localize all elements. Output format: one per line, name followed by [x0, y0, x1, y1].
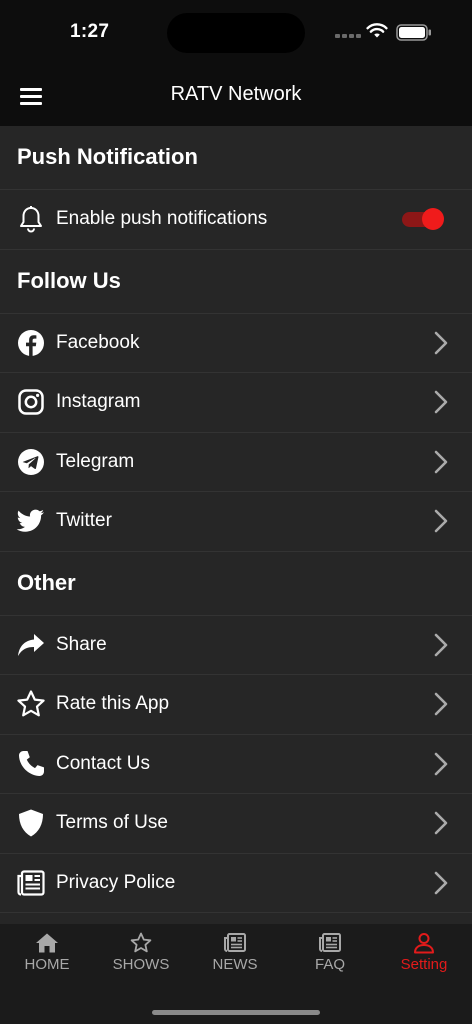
chevron-right-icon — [434, 390, 448, 414]
push-notification-row[interactable]: Enable push notifications — [0, 190, 472, 250]
tab-label: SHOWS — [112, 956, 170, 973]
newspaper-icon — [16, 868, 46, 898]
settings-list: Push Notification Enable push notificati… — [0, 126, 472, 913]
chevron-right-icon — [434, 692, 448, 716]
home-indicator — [152, 1010, 320, 1015]
person-icon — [414, 933, 434, 954]
push-notification-label: Enable push notifications — [56, 208, 268, 230]
follow-item-label: Facebook — [56, 331, 140, 353]
newspaper-icon — [319, 933, 341, 952]
newspaper-icon — [224, 933, 246, 952]
tab-label: NEWS — [212, 956, 258, 973]
follow-item-instagram[interactable]: Instagram — [0, 373, 472, 433]
tab-label: FAQ — [314, 956, 345, 973]
other-item-label: Share — [56, 633, 107, 655]
follow-item-facebook[interactable]: Facebook — [0, 314, 472, 373]
status-time: 1:27 — [70, 21, 110, 42]
cellular-signal-icon — [335, 34, 361, 38]
share-icon — [16, 630, 46, 660]
other-item-label: Rate this App — [56, 693, 170, 715]
section-title-follow: Follow Us — [0, 250, 472, 314]
chevron-right-icon — [434, 509, 448, 533]
chevron-right-icon — [434, 633, 448, 657]
tab-shows[interactable]: SHOWS — [94, 924, 188, 984]
push-notification-toggle[interactable] — [402, 208, 444, 231]
star-icon — [130, 932, 152, 953]
twitter-icon — [16, 506, 46, 536]
telegram-icon — [16, 447, 46, 477]
follow-item-twitter[interactable]: Twitter — [0, 492, 472, 552]
battery-icon — [396, 24, 431, 41]
chevron-right-icon — [434, 752, 448, 776]
other-item-rate[interactable]: Rate this App — [0, 675, 472, 735]
dynamic-island — [167, 13, 305, 53]
chevron-right-icon — [434, 871, 448, 895]
wifi-icon — [366, 23, 388, 38]
tab-setting[interactable]: Setting — [377, 924, 471, 984]
tab-label: HOME — [24, 956, 70, 973]
tab-news[interactable]: NEWS — [188, 924, 282, 984]
top-bar: 1:27 RATV Network — [0, 0, 472, 126]
phone-icon — [16, 749, 46, 779]
tab-label: Setting — [400, 956, 448, 973]
chevron-right-icon — [434, 331, 448, 355]
other-item-contact[interactable]: Contact Us — [0, 735, 472, 794]
other-item-terms[interactable]: Terms of Use — [0, 794, 472, 854]
follow-item-label: Instagram — [56, 391, 141, 413]
other-item-share[interactable]: Share — [0, 616, 472, 675]
tab-faq[interactable]: FAQ — [283, 924, 377, 984]
follow-item-telegram[interactable]: Telegram — [0, 433, 472, 492]
shield-icon — [16, 808, 46, 838]
other-item-label: Privacy Police — [56, 871, 176, 893]
tab-home[interactable]: HOME — [0, 924, 94, 984]
follow-item-label: Telegram — [56, 450, 135, 472]
star-icon — [16, 689, 46, 719]
bottom-tab-bar: HOME SHOWS NEWS FAQ Setting — [0, 924, 472, 1024]
page-title: RATV Network — [170, 83, 302, 105]
bell-icon — [16, 204, 46, 234]
other-item-label: Contact Us — [56, 752, 150, 774]
home-icon — [36, 933, 58, 953]
facebook-icon — [16, 328, 46, 358]
section-title-other: Other — [0, 552, 472, 616]
section-title-push: Push Notification — [0, 126, 472, 190]
follow-item-label: Twitter — [56, 510, 112, 532]
chevron-right-icon — [434, 811, 448, 835]
other-item-label: Terms of Use — [56, 812, 168, 834]
chevron-right-icon — [434, 450, 448, 474]
instagram-icon — [16, 387, 46, 417]
other-item-privacy[interactable]: Privacy Police — [0, 854, 472, 913]
